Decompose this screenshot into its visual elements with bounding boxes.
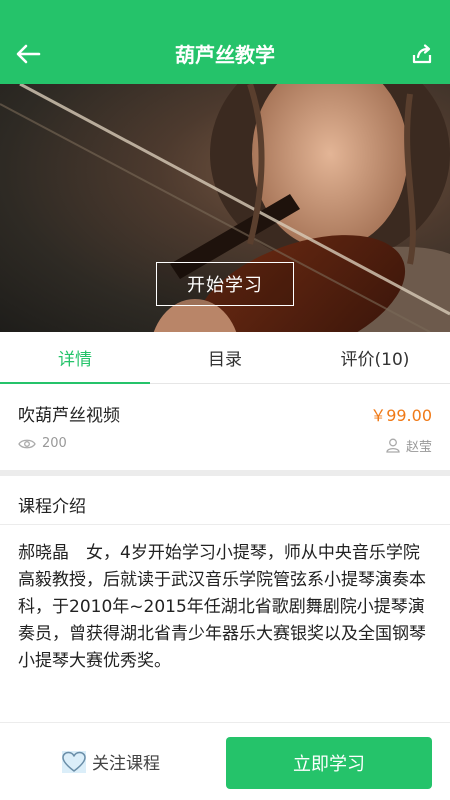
bottom-action-bar: 关注课程 立即学习 xyxy=(0,722,450,800)
author: 赵莹 xyxy=(386,436,432,455)
top-bar: 葫芦丝教学 xyxy=(0,0,450,84)
tab-catalog[interactable]: 目录 xyxy=(150,332,300,383)
user-icon xyxy=(386,438,400,453)
view-count: 200 xyxy=(18,436,67,451)
course-cover-image: 开始学习 xyxy=(0,84,450,332)
course-info: 吹葫芦丝视频 ￥99.00 200 赵莹 xyxy=(0,384,450,470)
course-price: ￥99.00 xyxy=(370,406,432,425)
intro-separator xyxy=(0,524,450,525)
page-title: 葫芦丝教学 xyxy=(175,43,275,67)
eye-icon xyxy=(18,439,36,448)
intro-heading: 课程介绍 xyxy=(18,497,86,517)
view-count-value: 200 xyxy=(42,436,67,451)
section-divider xyxy=(0,470,450,476)
share-button[interactable] xyxy=(404,36,440,72)
follow-label: 关注课程 xyxy=(92,754,160,774)
share-icon xyxy=(412,44,432,64)
tab-details[interactable]: 详情 xyxy=(0,332,150,384)
follow-course-button[interactable]: 关注课程 xyxy=(62,749,160,774)
intro-text: 郝晓晶 女，4岁开始学习小提琴，师从中央音乐学院高毅教授，后就读于武汉音乐学院管… xyxy=(18,543,426,671)
tab-reviews[interactable]: 评价(10) xyxy=(300,332,450,383)
course-name: 吹葫芦丝视频 xyxy=(18,406,120,426)
heart-icon xyxy=(62,750,86,773)
author-name: 赵莹 xyxy=(405,440,432,455)
learn-now-button[interactable]: 立即学习 xyxy=(226,737,432,789)
tab-bar: 详情 目录 评价(10) xyxy=(0,332,450,384)
start-learning-button[interactable]: 开始学习 xyxy=(156,262,294,306)
